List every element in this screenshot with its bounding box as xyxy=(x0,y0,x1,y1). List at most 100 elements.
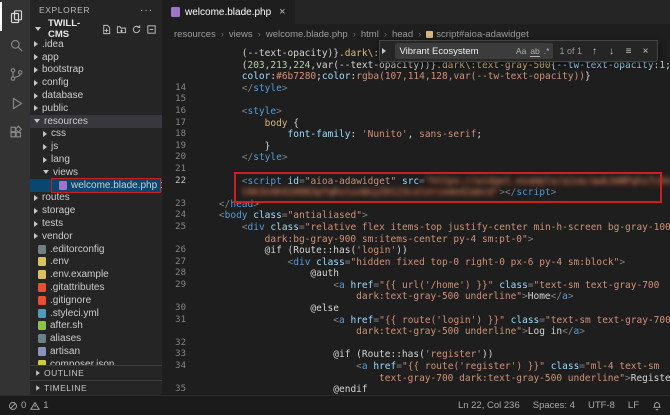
tree-item-label: bootstrap xyxy=(42,64,84,75)
tree-item--env-example[interactable]: .env.example xyxy=(30,268,162,281)
notifications-bell[interactable] xyxy=(652,401,662,411)
code-line[interactable]: text-gray-700 dark:text-gray-500 underli… xyxy=(162,373,670,385)
code-line[interactable]: 27 <div class="hidden fixed top-0 right-… xyxy=(162,257,670,269)
panel-timeline[interactable]: TIMELINE xyxy=(30,380,162,395)
explorer-icon[interactable] xyxy=(0,2,30,31)
code-line[interactable]: 23 </head> xyxy=(162,199,670,211)
tree-item--gitattributes[interactable]: .gitattributes xyxy=(30,281,162,294)
code-line[interactable]: 19 } xyxy=(162,141,670,153)
tree-item-bootstrap[interactable]: bootstrap xyxy=(30,64,162,77)
tree-item-label: public xyxy=(42,103,68,114)
tree-item-welcome-blade-php[interactable]: welcome.blade.php1 xyxy=(30,179,162,192)
code-line[interactable]: 30 @else xyxy=(162,303,670,315)
tree-item--styleci-yml[interactable]: .styleci.yml xyxy=(30,307,162,320)
line-number: 23 xyxy=(162,199,196,211)
code-line[interactable]: 17 body { xyxy=(162,118,670,130)
tree-item-storage[interactable]: storage xyxy=(30,204,162,217)
breadcrumb-item[interactable]: views xyxy=(229,29,253,40)
code-line[interactable]: 15 xyxy=(162,94,670,106)
code-line[interactable]: 35 @endif xyxy=(162,384,670,395)
code-line[interactable]: 28 @auth xyxy=(162,268,670,280)
find-close-icon[interactable]: × xyxy=(639,46,652,57)
find-input[interactable]: Vibrant Ecosystem Aa ab .* xyxy=(395,43,553,59)
new-file-icon[interactable] xyxy=(101,24,112,35)
search-icon[interactable] xyxy=(0,31,30,60)
code-line[interactable]: 29 <a href="{{ url('/home') }}" class="t… xyxy=(162,280,670,292)
code-line[interactable]: 34 <a href="{{ route('register') }}" cla… xyxy=(162,361,670,373)
tree-item-css[interactable]: css xyxy=(30,128,162,141)
code-line[interactable]: dark:text-gray-500 underline">Home</a> xyxy=(162,291,670,303)
tree-item-tests[interactable]: tests xyxy=(30,217,162,230)
tree-item-app[interactable]: app xyxy=(30,51,162,64)
breadcrumb-item[interactable]: head xyxy=(392,29,413,40)
new-folder-icon[interactable] xyxy=(116,24,127,35)
tree-item--idea[interactable]: .idea xyxy=(30,38,162,51)
eol-sequence[interactable]: LF xyxy=(628,400,639,411)
tree-item-database[interactable]: database xyxy=(30,89,162,102)
source-control-icon[interactable] xyxy=(0,60,30,89)
code-line[interactable]: 31 <a href="{{ route('login') }}" class=… xyxy=(162,315,670,327)
code-line[interactable]: 24 <body class="antialiased"> xyxy=(162,210,670,222)
code-line[interactable]: 16 <style> xyxy=(162,106,670,118)
tree-item--editorconfig[interactable]: .editorconfig xyxy=(30,243,162,256)
code-line[interactable]: 32 xyxy=(162,338,670,350)
breadcrumb-item[interactable]: html xyxy=(361,29,379,40)
tree-item-aliases[interactable]: aliases xyxy=(30,332,162,345)
find-previous-icon[interactable]: ↑ xyxy=(588,46,601,57)
tree-item-config[interactable]: config xyxy=(30,76,162,89)
line-number xyxy=(162,373,196,385)
code-line[interactable]: 25 <div class="relative flex items-top j… xyxy=(162,222,670,234)
encoding[interactable]: UTF-8 xyxy=(588,400,615,411)
match-case-icon[interactable]: Aa xyxy=(516,46,526,56)
code-line[interactable]: 21 xyxy=(162,164,670,176)
code-line[interactable]: 22 <script id="aioa-adawidget" src="http… xyxy=(162,176,670,188)
tree-item-resources[interactable]: resources xyxy=(30,115,162,128)
code-area[interactable]: (--text-opacity)}.dark\:text-gray-400{--… xyxy=(162,44,670,395)
code-line[interactable]: 26 @if (Route::has('login')) xyxy=(162,245,670,257)
yml-file-icon xyxy=(38,309,46,318)
code-line[interactable]: 33 @if (Route::has('register')) xyxy=(162,349,670,361)
problems-errors[interactable]: 0 xyxy=(8,400,26,411)
regex-icon[interactable]: .* xyxy=(544,46,550,56)
code-line[interactable]: 20 </style> xyxy=(162,152,670,164)
cursor-position[interactable]: Ln 22, Col 236 xyxy=(458,400,520,411)
code-line[interactable]: color:#6b7280;color:rgba(107,114,128,var… xyxy=(162,71,670,83)
find-in-selection-icon[interactable]: ≡ xyxy=(622,46,635,57)
line-number: 28 xyxy=(162,268,196,280)
find-toggle-replace-chevron[interactable] xyxy=(380,41,391,61)
tree-item--gitignore[interactable]: .gitignore xyxy=(30,294,162,307)
tree-item-routes[interactable]: routes xyxy=(30,192,162,205)
tree-item--env[interactable]: .env xyxy=(30,256,162,269)
tree-item-lang[interactable]: lang xyxy=(30,153,162,166)
problems-warnings[interactable]: 1 xyxy=(30,400,48,411)
code-line[interactable]: 18 font-family: 'Nunito', sans-serif; xyxy=(162,129,670,141)
tree-item-public[interactable]: public xyxy=(30,102,162,115)
tree-item-artisan[interactable]: artisan xyxy=(30,345,162,358)
code-line[interactable]: 14 </style> xyxy=(162,83,670,95)
code-line[interactable]: t0k3nXK420083pYqRstuvWxyZ0123colorcode42… xyxy=(162,187,670,199)
code-line[interactable]: dark:bg-gray-900 sm:items-center py-4 sm… xyxy=(162,234,670,246)
code-line[interactable]: dark:text-gray-500 underline">Log in</a> xyxy=(162,326,670,338)
panel-outline[interactable]: OUTLINE xyxy=(30,365,162,380)
breadcrumb-item[interactable]: welcome.blade.php xyxy=(266,29,348,40)
indentation[interactable]: Spaces: 4 xyxy=(533,400,575,411)
tree-item-after-sh[interactable]: after.sh xyxy=(30,320,162,333)
extensions-icon[interactable] xyxy=(0,118,30,147)
tab-close-icon[interactable]: × xyxy=(279,6,285,18)
breadcrumb-item[interactable]: script#aioa-adawidget xyxy=(426,29,528,40)
collapse-all-icon[interactable] xyxy=(146,24,157,35)
find-next-icon[interactable]: ↓ xyxy=(605,46,618,57)
tree-item-js[interactable]: js xyxy=(30,140,162,153)
tree-item-composer-json[interactable]: composer.json xyxy=(30,358,162,365)
tree-item-vendor[interactable]: vendor xyxy=(30,230,162,243)
tab-welcome-blade-php[interactable]: welcome.blade.php × xyxy=(162,0,296,24)
run-debug-icon[interactable] xyxy=(0,89,30,118)
tree-item-views[interactable]: views xyxy=(30,166,162,179)
project-header[interactable]: TWILL-CMS xyxy=(30,20,162,38)
tree-item-label: .env xyxy=(50,256,69,267)
project-name: TWILL-CMS xyxy=(48,18,98,40)
whole-word-icon[interactable]: ab xyxy=(530,46,539,57)
more-actions-icon[interactable]: ··· xyxy=(140,5,153,16)
refresh-icon[interactable] xyxy=(131,24,142,35)
breadcrumb-item[interactable]: resources xyxy=(174,29,216,40)
